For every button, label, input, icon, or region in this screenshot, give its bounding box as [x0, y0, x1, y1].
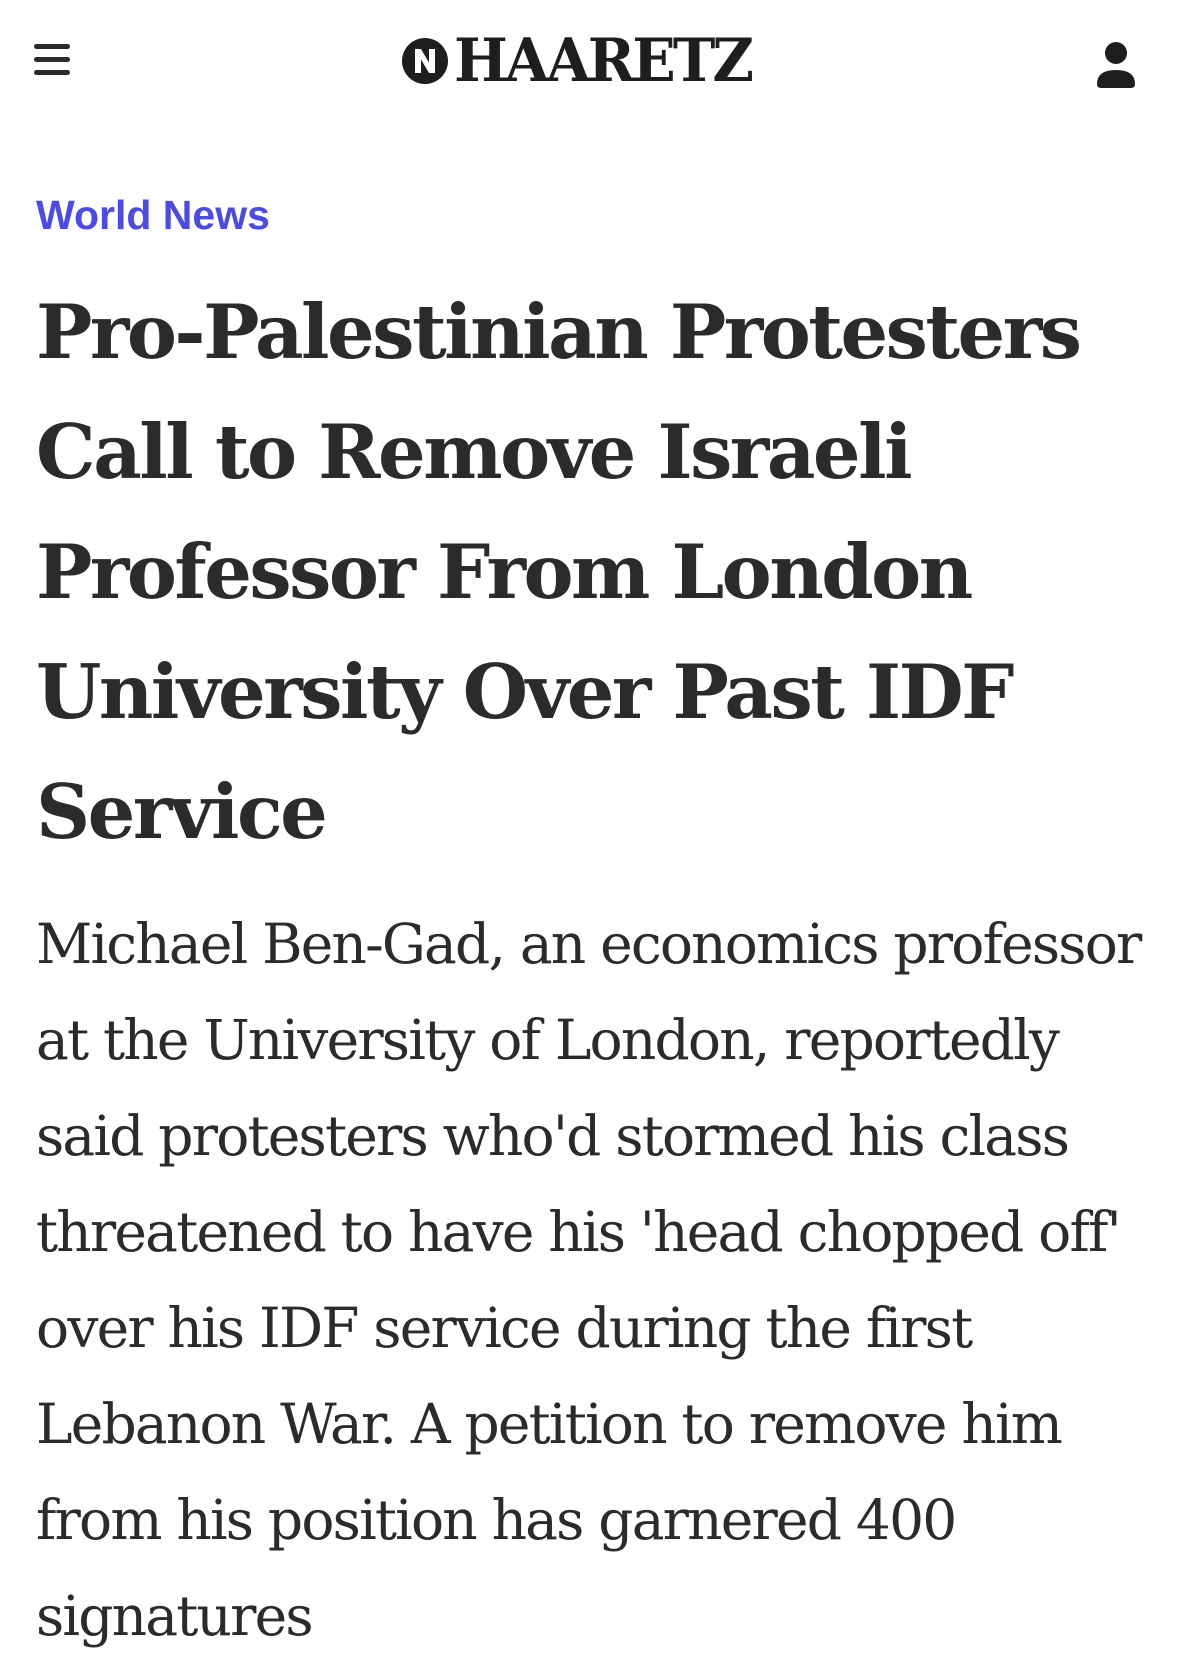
user-silhouette-icon — [1097, 42, 1135, 88]
hamburger-menu-icon[interactable] — [28, 38, 76, 84]
menu-bar — [34, 44, 70, 49]
article-headline: Pro-Palestinian Protesters Call to Remov… — [36, 288, 1082, 856]
haaretz-logo[interactable]: HAARETZ — [400, 26, 767, 96]
article-dek: Michael Ben-Gad, an economics professor … — [36, 912, 1142, 1648]
section-link-world-news[interactable]: World News — [36, 195, 270, 236]
menu-bar — [34, 57, 70, 62]
logo-wordmark: HAARETZ — [454, 26, 754, 96]
menu-bar — [34, 70, 70, 75]
user-account-icon[interactable] — [1090, 36, 1142, 94]
top-header: HAARETZ — [0, 0, 1179, 130]
haaretz-logo-mark-icon — [402, 38, 448, 84]
